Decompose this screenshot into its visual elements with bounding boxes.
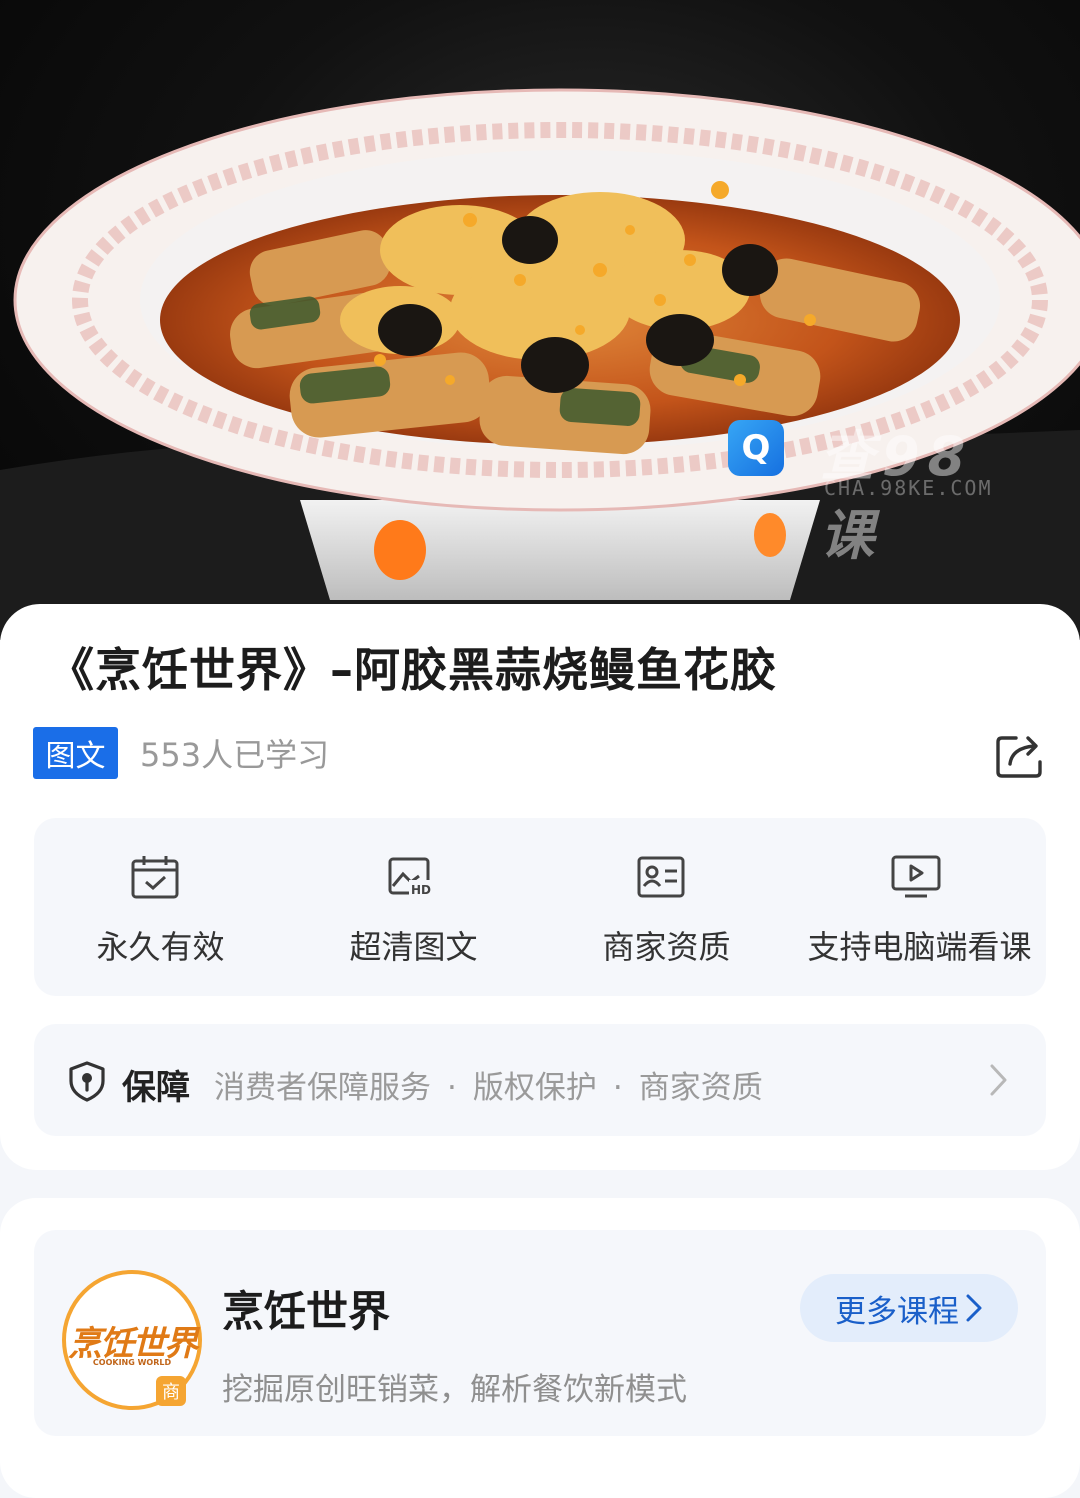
learner-count: 553人已学习 [140,736,330,774]
feature-list: 永久有效 HD 超清图文 商家资质 支持电脑端看课 [34,818,1046,996]
feature-qualification: 商家资质 [540,818,793,996]
chevron-right-icon [990,1064,1007,1096]
merchant-name: 烹饪世界 [222,1287,391,1336]
course-cover-image: Q 查98课 CHA.98KE.COM [0,0,1080,640]
course-title: 《烹饪世界》–阿胶黑蒜烧鳗鱼花胶 [48,643,777,697]
guarantee-item: 商家资质 [638,1070,763,1106]
merchant-badge: 商 [156,1376,186,1406]
separator: · [447,1070,457,1106]
svg-text:HD: HD [411,883,431,897]
guarantee-items: 消费者保障服务 · 版权保护 · 商家资质 [214,1062,763,1107]
feature-permanent: 永久有效 [34,818,287,996]
guarantee-item: 版权保护 [472,1070,597,1106]
feature-label: 商家资质 [602,928,731,966]
merchant-logo[interactable]: 烹饪世界 COOKING WORLD 商 [62,1270,202,1410]
share-button[interactable] [994,730,1048,780]
feature-label: 支持电脑端看课 [807,928,1032,966]
feature-label: 永久有效 [96,928,225,966]
chevron-right-icon [966,1294,982,1322]
more-courses-button[interactable]: 更多课程 [800,1274,1018,1342]
share-icon [996,736,1042,778]
guarantee-row[interactable]: 保障 消费者保障服务 · 版权保护 · 商家资质 [34,1024,1046,1136]
hd-image-icon: HD [388,857,435,897]
merchant-logo-subtext: COOKING WORLD [92,1358,172,1367]
feature-hd: HD 超清图文 [287,818,540,996]
id-card-icon [637,856,685,898]
calendar-check-icon [131,856,179,899]
merchant-card: 烹饪世界 COOKING WORLD 商 烹饪世界 挖掘原创旺销菜，解析餐饮新模… [0,1198,1080,1498]
watermark-domain: CHA.98KE.COM [824,476,993,500]
feature-pc: 支持电脑端看课 [793,818,1046,996]
feature-label: 超清图文 [349,928,478,966]
guarantee-label: 保障 [122,1068,190,1108]
shield-icon [69,1061,105,1102]
watermark: Q 查98课 CHA.98KE.COM [728,412,1028,567]
course-info-card: 《烹饪世界》–阿胶黑蒜烧鳗鱼花胶 图文 553人已学习 永久有效 HD 超清图文… [0,604,1080,1170]
monitor-play-icon [891,855,941,898]
guarantee-item: 消费者保障服务 [214,1070,431,1106]
q-logo-icon: Q [728,420,784,476]
more-courses-label: 更多课程 [835,1293,959,1330]
separator: · [612,1070,623,1106]
merchant-info[interactable]: 烹饪世界 COOKING WORLD 商 烹饪世界 挖掘原创旺销菜，解析餐饮新模… [34,1230,1046,1436]
merchant-description: 挖掘原创旺销菜，解析餐饮新模式 [222,1372,687,1408]
content-type-tag: 图文 [33,727,118,779]
